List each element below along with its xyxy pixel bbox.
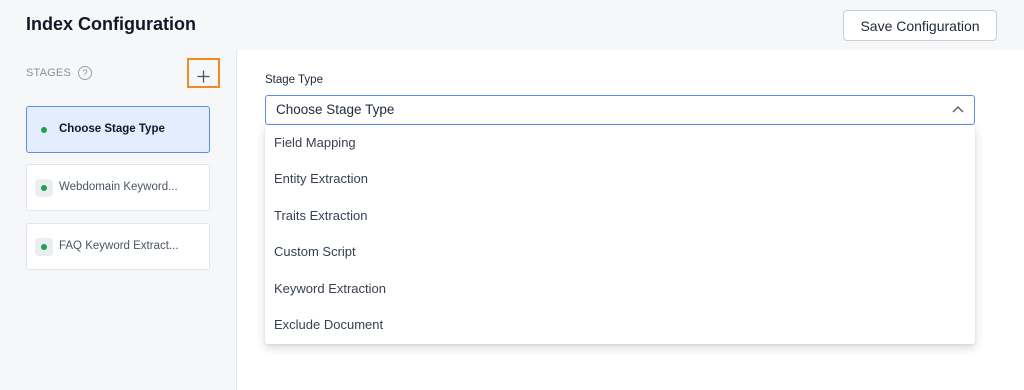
stages-sidebar: STAGES ? Choose Stage Type Webdomain Key… — [0, 50, 237, 390]
option-entity-extraction[interactable]: Entity Extraction — [265, 161, 975, 197]
stage-type-dropdown-menu: Field Mapping Entity Extraction Traits E… — [265, 125, 975, 344]
plus-icon — [197, 70, 210, 83]
option-exclude-document[interactable]: Exclude Document — [265, 307, 975, 343]
option-custom-script[interactable]: Custom Script — [265, 234, 975, 270]
add-stage-button[interactable] — [187, 58, 220, 88]
status-dot-icon — [41, 127, 47, 133]
stage-name: FAQ Keyword Extract... — [59, 240, 179, 252]
stage-card-choose-stage-type[interactable]: Choose Stage Type — [26, 106, 210, 153]
stage-type-label: Stage Type — [265, 74, 323, 86]
stage-name: Choose Stage Type — [59, 123, 165, 135]
status-dot-icon — [41, 244, 47, 250]
stage-name: Webdomain Keyword... — [59, 181, 178, 193]
page-header: Index Configuration Save Configuration — [0, 0, 1024, 50]
stage-card-webdomain-keyword[interactable]: Webdomain Keyword... — [26, 164, 210, 211]
help-icon[interactable]: ? — [78, 66, 92, 80]
page-title: Index Configuration — [26, 14, 196, 34]
stage-type-select[interactable]: Choose Stage Type — [265, 95, 975, 125]
status-indicator — [35, 238, 53, 256]
option-keyword-extraction[interactable]: Keyword Extraction — [265, 271, 975, 307]
status-dot-icon — [41, 185, 47, 191]
chevron-up-icon — [952, 106, 964, 113]
status-indicator — [35, 121, 53, 139]
save-configuration-button[interactable]: Save Configuration — [843, 10, 997, 41]
stages-heading: STAGES — [26, 67, 72, 79]
option-field-mapping[interactable]: Field Mapping — [265, 125, 975, 161]
option-traits-extraction[interactable]: Traits Extraction — [265, 198, 975, 234]
stage-type-select-value: Choose Stage Type — [276, 102, 395, 117]
stage-card-faq-keyword-extract[interactable]: FAQ Keyword Extract... — [26, 223, 210, 270]
status-indicator — [35, 179, 53, 197]
